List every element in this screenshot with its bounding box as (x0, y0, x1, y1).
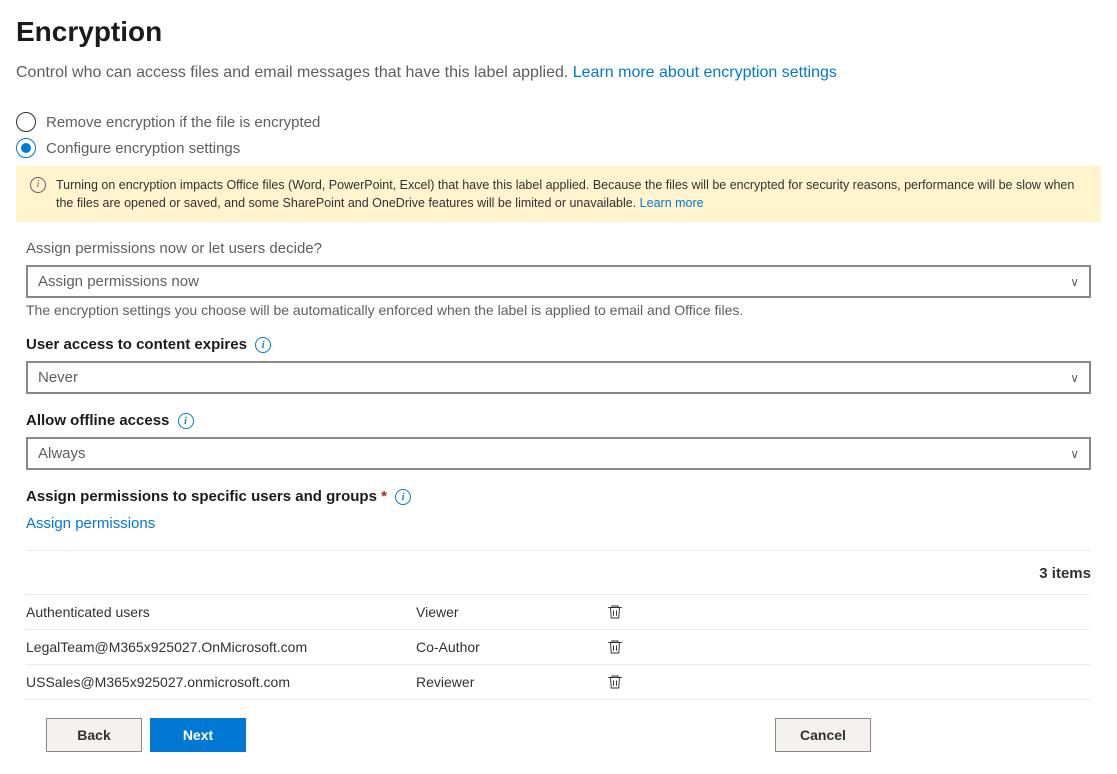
chevron-down-icon: ∨ (1070, 447, 1079, 461)
info-icon[interactable]: i (395, 489, 411, 505)
trash-icon (606, 603, 624, 621)
radio-unselected-icon (16, 112, 36, 132)
radio-remove-encryption[interactable]: Remove encryption if the file is encrypt… (16, 112, 1101, 132)
assign-mode-label: Assign permissions now or let users deci… (26, 240, 1091, 257)
perm-user: USSales@M365x925027.onmicrosoft.com (26, 674, 416, 690)
next-button[interactable]: Next (150, 718, 246, 752)
trash-icon (606, 673, 624, 691)
encryption-impact-banner: i Turning on encryption impacts Office f… (16, 166, 1101, 222)
assign-specific-label: Assign permissions to specific users and… (26, 488, 1091, 505)
offline-dropdown[interactable]: Always ∨ (26, 437, 1091, 470)
learn-more-encryption-link[interactable]: Learn more about encryption settings (573, 64, 837, 81)
perm-role: Viewer (416, 604, 606, 620)
table-row: LegalTeam@M365x925027.OnMicrosoft.com Co… (26, 629, 1091, 664)
perm-role: Reviewer (416, 674, 606, 690)
info-icon[interactable]: i (178, 413, 194, 429)
divider (26, 550, 1091, 551)
expires-dropdown[interactable]: Never ∨ (26, 361, 1091, 394)
radio-configure-label: Configure encryption settings (46, 140, 240, 157)
assign-mode-dropdown[interactable]: Assign permissions now ∨ (26, 265, 1091, 298)
radio-remove-label: Remove encryption if the file is encrypt… (46, 114, 320, 131)
assign-mode-value: Assign permissions now (38, 273, 199, 290)
banner-text: Turning on encryption impacts Office fil… (56, 178, 1074, 210)
items-count: 3 items (16, 561, 1101, 594)
button-bar: Back Next Cancel (16, 700, 1101, 758)
cancel-button[interactable]: Cancel (775, 718, 871, 752)
delete-row-button[interactable] (606, 603, 646, 621)
info-icon[interactable]: i (255, 337, 271, 353)
subtitle-text: Control who can access files and email m… (16, 64, 573, 81)
back-button[interactable]: Back (46, 718, 142, 752)
perm-user: Authenticated users (26, 604, 416, 620)
expires-value: Never (38, 369, 78, 386)
page-title: Encryption (16, 16, 1101, 48)
chevron-down-icon: ∨ (1070, 275, 1079, 289)
page-subtitle: Control who can access files and email m… (16, 64, 1101, 82)
table-row: USSales@M365x925027.onmicrosoft.com Revi… (26, 664, 1091, 700)
trash-icon (606, 638, 624, 656)
permissions-table: Authenticated users Viewer LegalTeam@M36… (16, 594, 1101, 700)
banner-learn-more-link[interactable]: Learn more (640, 196, 704, 210)
assign-mode-help: The encryption settings you choose will … (26, 302, 1091, 318)
delete-row-button[interactable] (606, 638, 646, 656)
info-icon: i (30, 177, 46, 193)
expires-label: User access to content expires i (26, 336, 1091, 353)
assign-permissions-link[interactable]: Assign permissions (26, 515, 155, 532)
offline-label: Allow offline access i (26, 412, 1091, 429)
radio-selected-icon (16, 138, 36, 158)
required-asterisk: * (381, 488, 387, 505)
delete-row-button[interactable] (606, 673, 646, 691)
table-row: Authenticated users Viewer (26, 594, 1091, 629)
perm-user: LegalTeam@M365x925027.OnMicrosoft.com (26, 639, 416, 655)
perm-role: Co-Author (416, 639, 606, 655)
chevron-down-icon: ∨ (1070, 371, 1079, 385)
radio-configure-encryption[interactable]: Configure encryption settings (16, 138, 1101, 158)
offline-value: Always (38, 445, 86, 462)
